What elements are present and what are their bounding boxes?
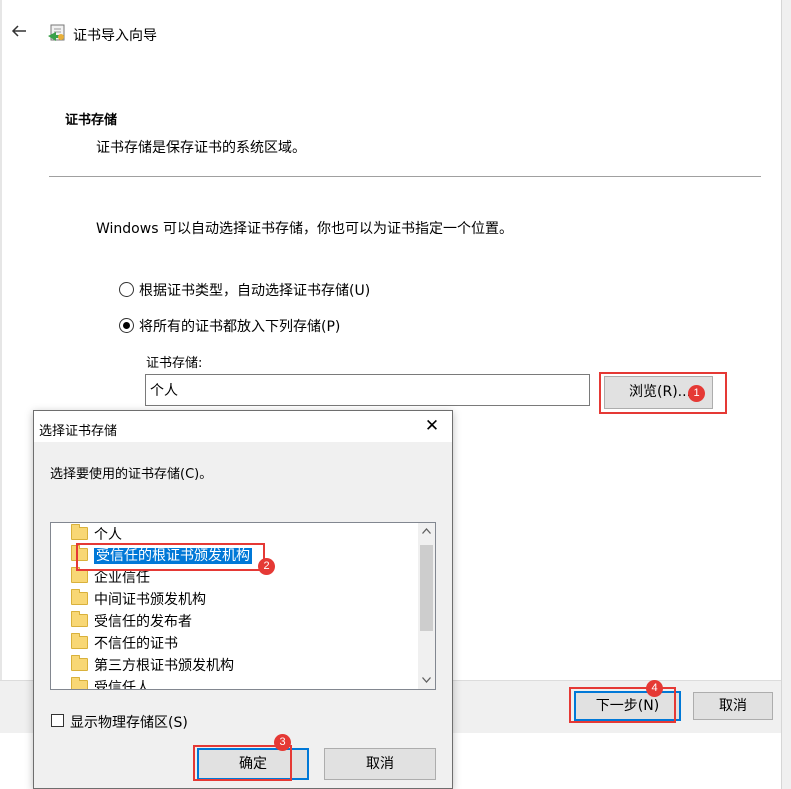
dialog-cancel-button[interactable]: 取消	[324, 748, 436, 780]
store-field[interactable]: 个人	[145, 374, 590, 406]
show-physical-label[interactable]: 显示物理存储区(S)	[70, 712, 188, 732]
intro-text: Windows 可以自动选择证书存储，你也可以为证书指定一个位置。	[96, 221, 513, 237]
tree-scrollbar[interactable]	[418, 523, 435, 689]
folder-icon	[71, 655, 88, 671]
folder-icon	[71, 633, 88, 649]
step-badge-2: 2	[258, 558, 275, 575]
step-badge-3: 3	[274, 734, 291, 751]
section-title: 证书存储	[65, 113, 118, 128]
wizard-cancel-button[interactable]: 取消	[693, 692, 773, 720]
tree-item-label: 企业信任	[94, 570, 150, 586]
tree-item-untrusted[interactable]: 不信任的证书	[71, 633, 178, 655]
folder-icon	[71, 589, 88, 605]
close-icon[interactable]: ✕	[422, 416, 442, 436]
dialog-title: 选择证书存储	[39, 424, 118, 439]
background-edge	[782, 0, 791, 789]
auto-select-label[interactable]: 根据证书类型，自动选择证书存储(U)	[139, 280, 370, 300]
highlight-box-1	[599, 372, 727, 414]
folder-icon	[71, 567, 88, 583]
tree-item-label: 受信任的发布者	[94, 614, 192, 630]
tree-item-trusted-people[interactable]: 受信任人	[71, 677, 150, 690]
step-badge-1: 1	[688, 385, 705, 402]
folder-icon	[71, 611, 88, 627]
tree-item-label: 不信任的证书	[94, 636, 178, 652]
dialog-prompt: 选择要使用的证书存储(C)。	[50, 467, 213, 482]
highlight-box-2	[76, 543, 265, 571]
place-all-label[interactable]: 将所有的证书都放入下列存储(P)	[139, 316, 340, 336]
back-arrow-icon[interactable]	[10, 22, 30, 44]
window-edge	[0, 0, 2, 789]
divider	[49, 176, 761, 177]
tree-item-label: 第三方根证书颁发机构	[94, 658, 234, 674]
wizard-title: 证书导入向导	[73, 28, 157, 44]
scroll-thumb[interactable]	[420, 545, 433, 631]
folder-icon	[71, 524, 88, 540]
highlight-box-3	[193, 745, 292, 781]
tree-item-label: 个人	[94, 527, 122, 543]
tree-item-third-party-root[interactable]: 第三方根证书颁发机构	[71, 655, 234, 677]
tree-item-enterprise-trust[interactable]: 企业信任	[71, 567, 150, 589]
section-subtitle: 证书存储是保存证书的系统区域。	[96, 140, 306, 156]
step-badge-4: 4	[646, 680, 663, 697]
select-store-dialog: 选择证书存储 ✕ 选择要使用的证书存储(C)。 个人 受信任的根证书颁发机构 企…	[33, 410, 453, 789]
tree-item-trusted-publishers[interactable]: 受信任的发布者	[71, 611, 192, 633]
folder-icon	[71, 677, 88, 689]
auto-select-radio[interactable]	[119, 282, 134, 297]
tree-item-intermediate-ca[interactable]: 中间证书颁发机构	[71, 589, 206, 611]
certificate-icon	[47, 22, 67, 44]
tree-item-label: 中间证书颁发机构	[94, 592, 206, 608]
scroll-down-icon[interactable]	[418, 672, 435, 689]
store-label: 证书存储:	[146, 356, 203, 371]
tree-item-label: 受信任人	[94, 680, 150, 690]
show-physical-checkbox[interactable]	[51, 714, 64, 727]
scroll-up-icon[interactable]	[418, 523, 435, 540]
place-all-radio[interactable]	[119, 318, 134, 333]
